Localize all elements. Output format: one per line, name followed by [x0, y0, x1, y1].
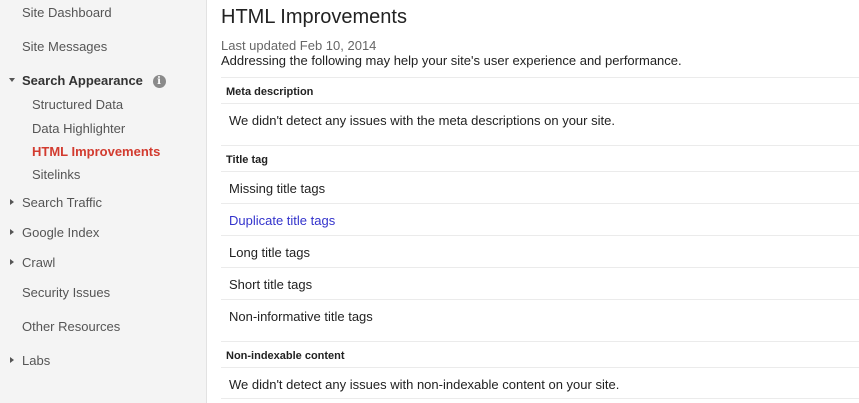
- nav-search-traffic[interactable]: Search Traffic: [10, 195, 102, 210]
- collapsed-arrow-icon: [10, 259, 14, 265]
- nav-security-issues[interactable]: Security Issues: [22, 285, 110, 300]
- last-updated: Last updated Feb 10, 2014: [221, 38, 377, 53]
- title-tag-item-long: Long title tags: [221, 235, 859, 267]
- nav-labs-label: Labs: [22, 353, 51, 368]
- collapsed-arrow-icon: [10, 357, 14, 363]
- nav-google-index[interactable]: Google Index: [10, 225, 100, 240]
- title-tag-item-non-informative: Non-informative title tags: [221, 299, 859, 331]
- nav-other-resources[interactable]: Other Resources: [22, 319, 120, 334]
- section-heading-non-indexable: Non-indexable content: [221, 341, 859, 368]
- nav-crawl-label: Crawl: [22, 255, 56, 270]
- info-icon[interactable]: i: [152, 75, 166, 88]
- section-heading-meta-description: Meta description: [221, 77, 859, 104]
- nav-google-index-label: Google Index: [22, 225, 100, 240]
- nav-search-appearance-label: Search Appearance: [22, 73, 143, 88]
- title-tag-item-duplicate-link[interactable]: Duplicate title tags: [221, 203, 859, 235]
- title-tag-item-short: Short title tags: [221, 267, 859, 299]
- page-title: HTML Improvements: [221, 6, 407, 28]
- title-tag-item-missing: Missing title tags: [221, 171, 859, 203]
- non-indexable-message: We didn't detect any issues with non-ind…: [221, 367, 859, 399]
- sidebar: Site Dashboard Site Messages Search Appe…: [0, 0, 207, 403]
- nav-search-traffic-label: Search Traffic: [22, 195, 102, 210]
- nav-labs[interactable]: Labs: [10, 353, 51, 368]
- collapsed-arrow-icon: [10, 229, 14, 235]
- nav-data-highlighter[interactable]: Data Highlighter: [32, 121, 125, 136]
- collapsed-arrow-icon: [10, 199, 14, 205]
- nav-search-appearance[interactable]: Search Appearance i: [9, 73, 166, 88]
- nav-site-dashboard[interactable]: Site Dashboard: [22, 5, 112, 20]
- nav-html-improvements[interactable]: HTML Improvements: [32, 144, 160, 159]
- section-heading-title-tag: Title tag: [221, 145, 859, 172]
- nav-sitelinks[interactable]: Sitelinks: [32, 167, 80, 182]
- nav-crawl[interactable]: Crawl: [10, 255, 56, 270]
- main-content: HTML Improvements Last updated Feb 10, 2…: [221, 0, 859, 403]
- nav-site-messages[interactable]: Site Messages: [22, 39, 107, 54]
- expanded-arrow-icon: [9, 78, 15, 82]
- meta-description-message: We didn't detect any issues with the met…: [221, 103, 859, 135]
- page-description: Addressing the following may help your s…: [221, 53, 682, 68]
- nav-structured-data[interactable]: Structured Data: [32, 97, 123, 112]
